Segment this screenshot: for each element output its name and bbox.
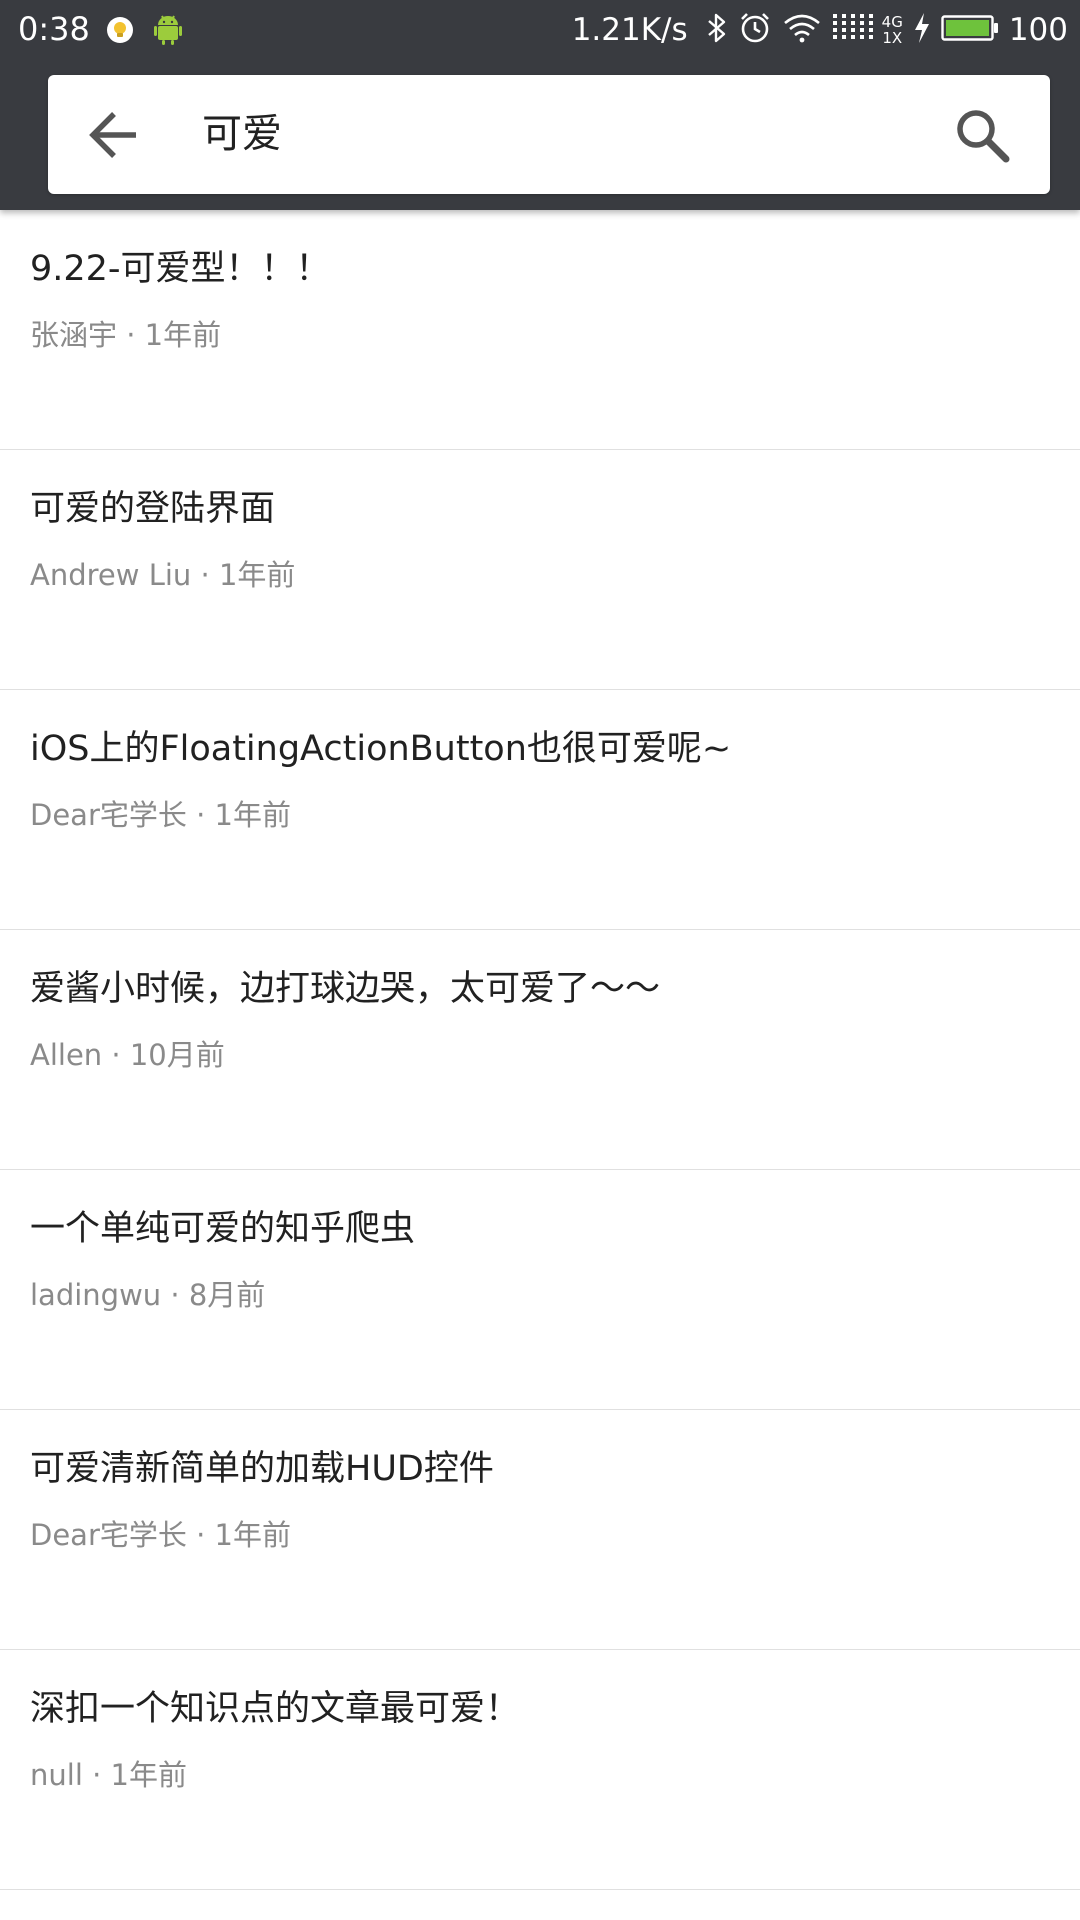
search-input[interactable] (202, 75, 762, 194)
signal-icon (832, 11, 876, 49)
result-meta: ladingwu · 8月前 (30, 1278, 266, 1312)
back-arrow-icon[interactable] (86, 107, 142, 163)
result-title: 可爱的登陆界面 (30, 489, 276, 529)
search-results-list: 9.22-可爱型！！！ 张涵宇 · 1年前 可爱的登陆界面 Andrew Liu… (0, 210, 1080, 1890)
result-title: 深扣一个知识点的文章最可爱！ (30, 1689, 521, 1729)
network-type-stack: 4G 1X (882, 14, 903, 46)
result-author: Andrew Liu (30, 558, 192, 592)
result-author: Dear宅学长 (30, 1518, 187, 1552)
battery-percent: 100 (1008, 12, 1068, 48)
result-time: 10月前 (129, 1038, 225, 1072)
result-time: 1年前 (144, 318, 222, 352)
top-app-bar: 0:38 1.21K/s 4G 1X 100 可爱 (0, 0, 1080, 210)
result-item[interactable]: iOS上的FloatingActionButton也很可爱呢~ Dear宅学长 … (0, 690, 1080, 930)
result-title: 可爱清新简单的加载HUD控件 (30, 1449, 494, 1489)
result-time: 1年前 (214, 798, 291, 832)
result-title: 一个单纯可爱的知乎爬虫 (30, 1209, 416, 1249)
bulb-notification-icon (106, 16, 134, 44)
status-bar: 0:38 1.21K/s 4G 1X 100 (0, 0, 1080, 60)
result-item[interactable]: 爱酱小时候，边打球边哭，太可爱了～～ Allen · 10月前 (0, 930, 1080, 1170)
result-time: 1年前 (218, 558, 296, 592)
wifi-icon (782, 12, 822, 48)
result-author: Allen (30, 1038, 103, 1072)
result-item[interactable]: 可爱的登陆界面 Andrew Liu · 1年前 (0, 450, 1080, 690)
result-meta: Allen · 10月前 (30, 1038, 225, 1072)
status-time: 0:38 (18, 10, 90, 48)
result-author: 张涵宇 (30, 318, 118, 352)
result-time: 8月前 (188, 1278, 266, 1312)
search-bar (48, 75, 1050, 194)
search-icon[interactable] (952, 105, 1012, 165)
status-right-group: 1.21K/s 4G 1X 100 (572, 8, 1068, 52)
network-type-label: 4G (881, 13, 903, 31)
bluetooth-icon (706, 12, 728, 48)
result-item[interactable]: 深扣一个知识点的文章最可爱！ null · 1年前 (0, 1650, 1080, 1890)
result-author: null (30, 1758, 83, 1792)
result-item[interactable]: 9.22-可爱型！！！ 张涵宇 · 1年前 (0, 210, 1080, 450)
result-title: 爱酱小时候，边打球边哭，太可爱了～～ (30, 969, 661, 1009)
result-meta: Dear宅学长 · 1年前 (30, 798, 291, 832)
result-author: Dear宅学长 (30, 798, 187, 832)
network-speed: 1.21K/s (571, 12, 688, 48)
result-meta: null · 1年前 (30, 1758, 187, 1792)
android-icon (152, 14, 184, 46)
sim-slot-label: 1X (882, 29, 903, 47)
result-title: 9.22-可爱型！！！ (30, 249, 331, 289)
result-meta: Dear宅学长 · 1年前 (30, 1518, 291, 1552)
battery-icon (941, 14, 999, 46)
result-meta: Andrew Liu · 1年前 (30, 558, 296, 592)
result-item[interactable]: 一个单纯可爱的知乎爬虫 ladingwu · 8月前 (0, 1170, 1080, 1410)
result-item[interactable]: 可爱清新简单的加载HUD控件 Dear宅学长 · 1年前 (0, 1410, 1080, 1650)
charging-icon (913, 12, 931, 48)
result-title: iOS上的FloatingActionButton也很可爱呢~ (30, 729, 732, 769)
result-time: 1年前 (214, 1518, 291, 1552)
result-author: ladingwu (30, 1278, 162, 1312)
result-meta: 张涵宇 · 1年前 (30, 318, 222, 352)
alarm-icon (738, 11, 772, 49)
result-time: 1年前 (110, 1758, 187, 1792)
